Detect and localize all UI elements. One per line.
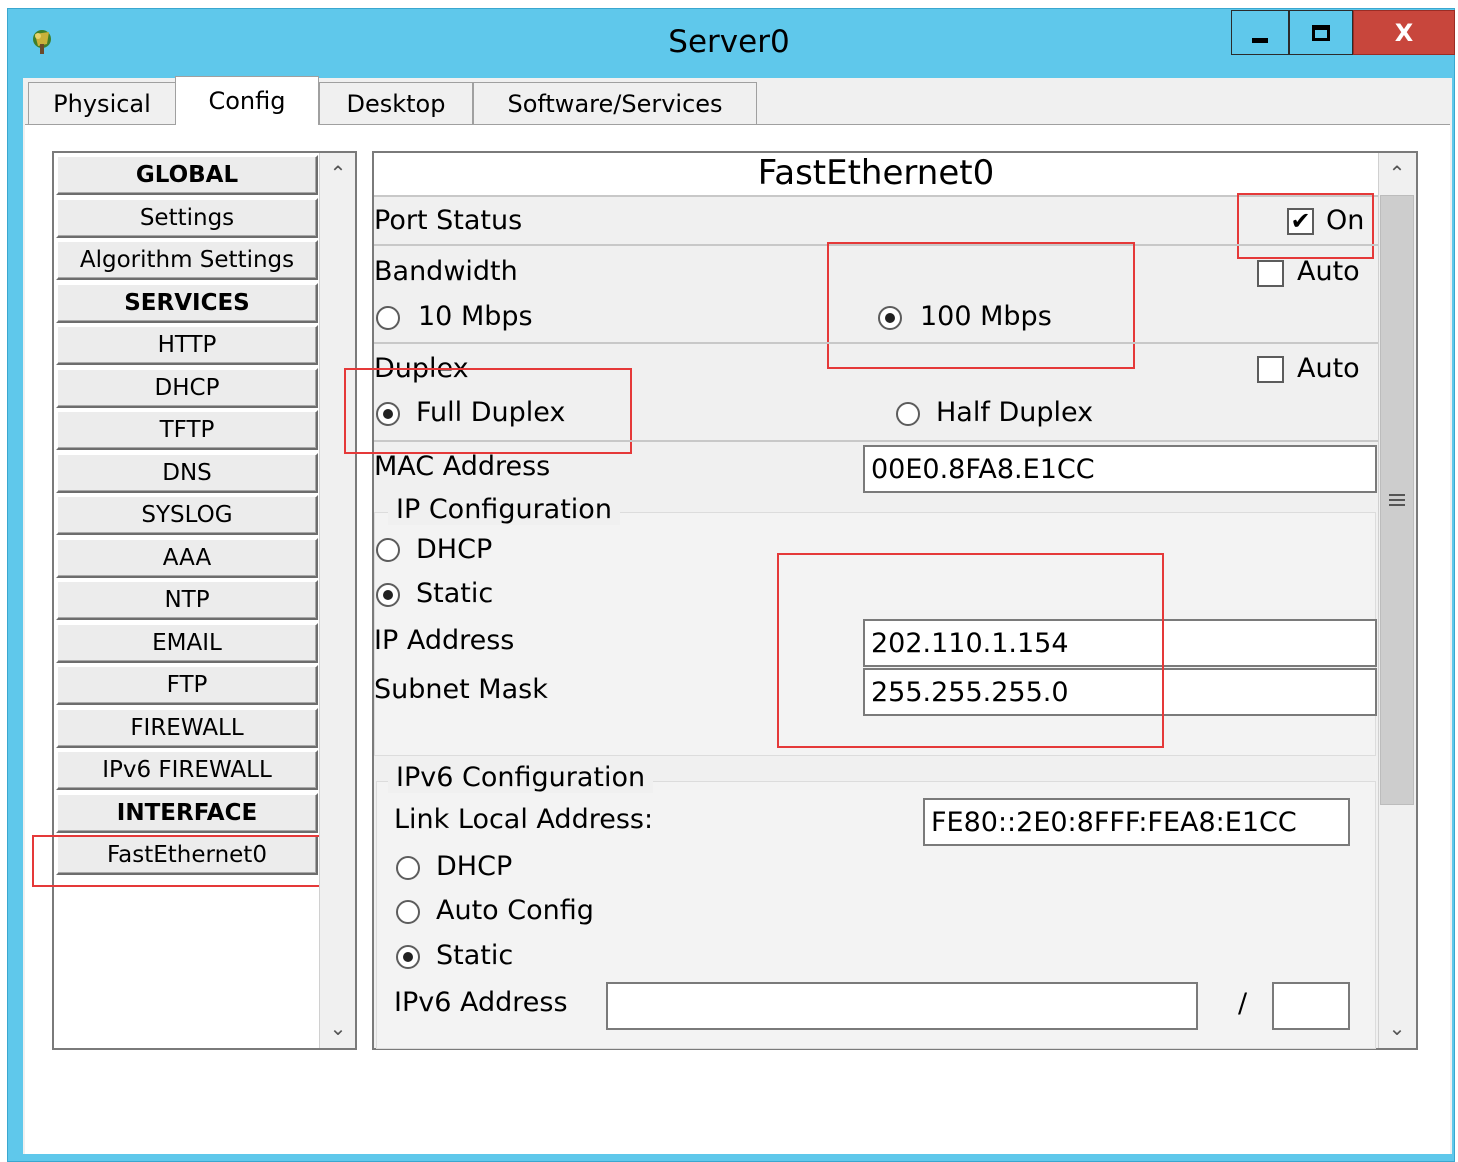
ipv6-dhcp-label: DHCP [436,851,513,882]
sidebar-item-ftp[interactable]: FTP [56,665,318,705]
mac-address-label: MAC Address [374,451,551,482]
ipv6-static-radio[interactable] [396,945,420,969]
panel-title: FastEthernet0 [757,153,995,193]
bandwidth-auto-checkbox[interactable] [1257,260,1284,287]
tab-physical[interactable]: Physical [28,82,176,124]
ipv6-auto-config-label: Auto Config [436,895,594,926]
ipv6-address-field[interactable] [606,982,1198,1030]
ip-static-radio[interactable] [376,583,400,607]
sidebar-item-firewall[interactable]: FIREWALL [56,708,318,748]
maximize-icon [1312,24,1330,41]
duplex-half-radio[interactable] [896,402,920,426]
ip-static-label: Static [416,578,494,609]
ipv6-auto-config-radio[interactable] [396,900,420,924]
highlight-fastethernet0 [32,835,337,887]
sidebar-item-settings[interactable]: Settings [56,198,318,238]
duplex-auto-checkbox[interactable] [1257,356,1284,383]
sidebar-header-interface[interactable]: INTERFACE [56,793,318,833]
minimize-button[interactable] [1231,10,1289,55]
scroll-down-icon[interactable]: ⌄ [1379,1016,1415,1040]
bandwidth-label: Bandwidth [374,256,518,287]
port-status-label: Port Status [374,205,523,236]
bandwidth-auto-label: Auto [1297,256,1360,287]
ip-dhcp-radio[interactable] [376,538,400,562]
sidebar-item-http[interactable]: HTTP [56,325,318,365]
bandwidth-10-label: 10 Mbps [418,301,533,332]
scroll-down-icon[interactable]: ⌄ [320,1016,356,1040]
sidebar-item-ntp[interactable]: NTP [56,580,318,620]
sidebar-scrollbar[interactable]: ⌃ ⌄ [319,153,355,1048]
ip-address-label: IP Address [374,625,515,656]
maximize-button[interactable] [1289,10,1353,55]
mac-address-field[interactable]: 00E0.8FA8.E1CC [863,445,1377,493]
grip-icon [1389,504,1405,506]
close-icon: X [1394,18,1414,47]
duplex-auto-label: Auto [1297,353,1360,384]
divider [374,195,1378,197]
ipv6-address-label: IPv6 Address [394,987,568,1018]
close-button[interactable]: X [1353,10,1455,55]
tab-software-services[interactable]: Software/Services [473,82,757,124]
sidebar-item-tftp[interactable]: TFTP [56,410,318,450]
sidebar-item-dhcp[interactable]: DHCP [56,368,318,408]
duplex-half-label: Half Duplex [936,397,1094,428]
sidebar-item-syslog[interactable]: SYSLOG [56,495,318,535]
ipv6-static-label: Static [436,940,514,971]
ipv6-prefix-field[interactable] [1272,982,1350,1030]
link-local-label: Link Local Address: [394,804,654,835]
ipv6-dhcp-radio[interactable] [396,856,420,880]
divider [374,440,1378,442]
tab-desktop[interactable]: Desktop [319,82,473,124]
tab-config[interactable]: Config [175,76,319,125]
prefix-slash: / [1238,988,1248,1019]
highlight-bandwidth [827,242,1135,369]
grip-icon [1389,499,1405,501]
minimize-icon [1252,38,1268,43]
highlight-ip-config [777,553,1164,748]
bandwidth-10-radio[interactable] [376,306,400,330]
sidebar-item-dns[interactable]: DNS [56,453,318,493]
highlight-port-status [1237,193,1374,259]
sidebar-item-email[interactable]: EMAIL [56,623,318,663]
divider [374,342,1378,344]
ipv6-config-legend: IPv6 Configuration [388,762,654,793]
sidebar-item-aaa[interactable]: AAA [56,538,318,578]
ip-config-legend: IP Configuration [388,494,620,525]
scroll-up-icon[interactable]: ⌃ [1379,161,1415,185]
sidebar-header-services[interactable]: SERVICES [56,283,318,323]
scroll-up-icon[interactable]: ⌃ [320,161,356,185]
link-local-field[interactable]: FE80::2E0:8FFF:FEA8:E1CC [923,798,1350,846]
grip-icon [1389,494,1405,496]
sidebar-header-global[interactable]: GLOBAL [56,155,318,195]
sidebar-item-algorithm-settings[interactable]: Algorithm Settings [56,240,318,280]
sidebar-item-ipv6-firewall[interactable]: IPv6 FIREWALL [56,750,318,790]
subnet-mask-label: Subnet Mask [374,674,548,705]
ip-dhcp-label: DHCP [416,534,493,565]
